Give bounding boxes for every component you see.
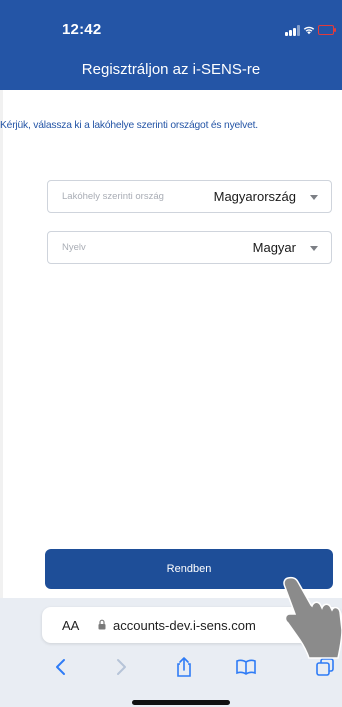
instruction-text: Kérjük, válassza ki a lakóhelye szerinti… — [0, 120, 258, 131]
language-label: Nyelv — [62, 242, 86, 253]
language-value: Magyar — [252, 240, 296, 255]
lock-icon — [98, 619, 106, 630]
chevron-down-icon — [310, 246, 318, 251]
country-value: Magyarország — [213, 189, 296, 204]
back-icon[interactable] — [50, 656, 72, 678]
language-select[interactable]: Nyelv Magyar — [47, 231, 332, 264]
app-header: 12:42 Regisztráljon az i-SENS-re — [0, 0, 342, 90]
phone-screen: 12:42 Regisztráljon az i-SENS-re Kérjük,… — [0, 0, 342, 707]
url-text: accounts-dev.i-sens.com — [113, 618, 256, 633]
page-title: Regisztráljon az i-SENS-re — [81, 61, 261, 78]
status-icons — [285, 24, 336, 36]
signal-icon — [285, 25, 300, 36]
bookmarks-icon[interactable] — [235, 656, 257, 678]
home-indicator — [132, 700, 230, 705]
reader-settings-button[interactable]: AA — [62, 618, 79, 633]
chevron-down-icon — [310, 195, 318, 200]
battery-icon — [318, 25, 336, 35]
country-select[interactable]: Lakóhely szerinti ország Magyarország — [47, 180, 332, 213]
status-time: 12:42 — [62, 21, 102, 38]
pointing-hand-icon — [283, 576, 342, 659]
wifi-icon — [303, 26, 315, 35]
page-edge — [0, 90, 3, 600]
forward-icon[interactable] — [110, 656, 132, 678]
share-icon[interactable] — [173, 656, 195, 678]
country-label: Lakóhely szerinti ország — [62, 191, 164, 202]
